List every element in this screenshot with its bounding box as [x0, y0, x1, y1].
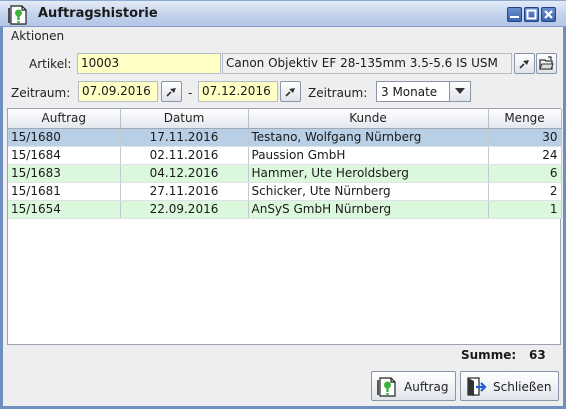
minimize-icon	[510, 16, 519, 18]
chevron-down-icon	[455, 88, 465, 94]
date-from-input[interactable]: 07.09.2016	[78, 81, 158, 102]
artikel-description-field: Canon Objektiv EF 28-135mm 3.5-5.6 IS US…	[222, 53, 512, 74]
pin-picker-icon	[285, 88, 295, 97]
exit-door-icon	[467, 377, 487, 396]
orders-table[interactable]: Auftrag Datum Kunde Menge 15/1680 17.11.…	[7, 108, 562, 345]
close-icon	[544, 10, 553, 19]
artikel-input[interactable]: 10003	[77, 53, 221, 74]
pin-picker-icon	[166, 88, 176, 97]
column-header-menge[interactable]: Menge	[488, 109, 562, 129]
table-row[interactable]: 15/1681 27.11.2016 Schicker, Ute Nürnber…	[8, 182, 562, 201]
cell-datum: 17.11.2016	[120, 128, 249, 147]
table-row[interactable]: 15/1684 02.11.2016 Paussion GmbH 24	[8, 146, 562, 165]
cell-kunde: Testano, Wolfgang Nürnberg	[248, 128, 489, 147]
table-row[interactable]: 15/1683 04.12.2016 Hammer, Ute Heroldsbe…	[8, 164, 562, 183]
cell-datum: 27.11.2016	[120, 182, 249, 201]
date-from-picker-button[interactable]	[161, 81, 182, 102]
date-to-picker-button[interactable]	[280, 81, 301, 102]
maximize-icon	[526, 9, 537, 20]
minimize-button[interactable]	[507, 7, 522, 22]
schliessen-button-label: Schließen	[493, 380, 552, 394]
sum-label: Summe:	[461, 348, 517, 362]
cell-auftrag: 15/1654	[8, 200, 121, 219]
column-header-auftrag[interactable]: Auftrag	[8, 109, 121, 129]
cell-datum: 04.12.2016	[120, 164, 249, 183]
title-bar[interactable]: Auftragshistorie	[0, 0, 566, 27]
close-button[interactable]	[541, 7, 556, 22]
cell-menge: 6	[488, 164, 562, 183]
column-header-kunde[interactable]: Kunde	[248, 109, 489, 129]
cell-kunde: Paussion GmbH	[248, 146, 489, 165]
menu-bar: Aktionen	[3, 27, 563, 46]
table-row[interactable]: 15/1654 22.09.2016 AnSyS GmbH Nürnberg 1	[8, 200, 562, 219]
cell-menge: 2	[488, 182, 562, 201]
cell-kunde: AnSyS GmbH Nürnberg	[248, 200, 489, 219]
date-to-input[interactable]: 07.12.2016	[198, 81, 278, 102]
cell-auftrag: 15/1680	[8, 128, 121, 147]
zeitraum-select-label: Zeitraum:	[308, 86, 368, 100]
maximize-button[interactable]	[524, 7, 539, 22]
open-folder-icon	[539, 56, 554, 70]
cell-kunde: Schicker, Ute Nürnberg	[248, 182, 489, 201]
cell-menge: 30	[488, 128, 562, 147]
zeitraum-select[interactable]: 3 Monate	[376, 81, 471, 102]
zeitraum-label: Zeitraum:	[11, 86, 71, 100]
cell-kunde: Hammer, Ute Heroldsberg	[248, 164, 489, 183]
zeitraum-selected-value: 3 Monate	[381, 85, 438, 99]
cell-menge: 24	[488, 146, 562, 165]
cell-auftrag: 15/1683	[8, 164, 121, 183]
cell-auftrag: 15/1681	[8, 182, 121, 201]
artikel-search-button[interactable]	[514, 53, 535, 74]
column-header-datum[interactable]: Datum	[120, 109, 249, 129]
dropdown-arrow-button[interactable]	[449, 82, 470, 101]
menu-aktionen[interactable]: Aktionen	[11, 29, 64, 43]
sum-value: 63	[529, 348, 546, 362]
table-header-row: Auftrag Datum Kunde Menge	[8, 109, 562, 129]
window: Auftragshistorie Aktionen Artikel: 10003…	[0, 0, 566, 409]
date-separator: -	[188, 86, 193, 100]
cell-auftrag: 15/1684	[8, 146, 121, 165]
artikel-open-button[interactable]	[536, 53, 557, 74]
window-title: Auftragshistorie	[38, 6, 158, 21]
pin-search-icon	[519, 60, 529, 69]
schliessen-button[interactable]: Schließen	[460, 371, 559, 401]
auftrag-button[interactable]: Auftrag	[371, 371, 456, 401]
cell-datum: 22.09.2016	[120, 200, 249, 219]
cell-menge: 1	[488, 200, 562, 219]
artikel-label: Artikel:	[29, 57, 72, 71]
help-document-icon	[8, 5, 27, 25]
auftrag-button-label: Auftrag	[404, 380, 449, 394]
cell-datum: 02.11.2016	[120, 146, 249, 165]
help-document-icon	[377, 377, 396, 397]
table-row[interactable]: 15/1680 17.11.2016 Testano, Wolfgang Nür…	[8, 128, 562, 147]
